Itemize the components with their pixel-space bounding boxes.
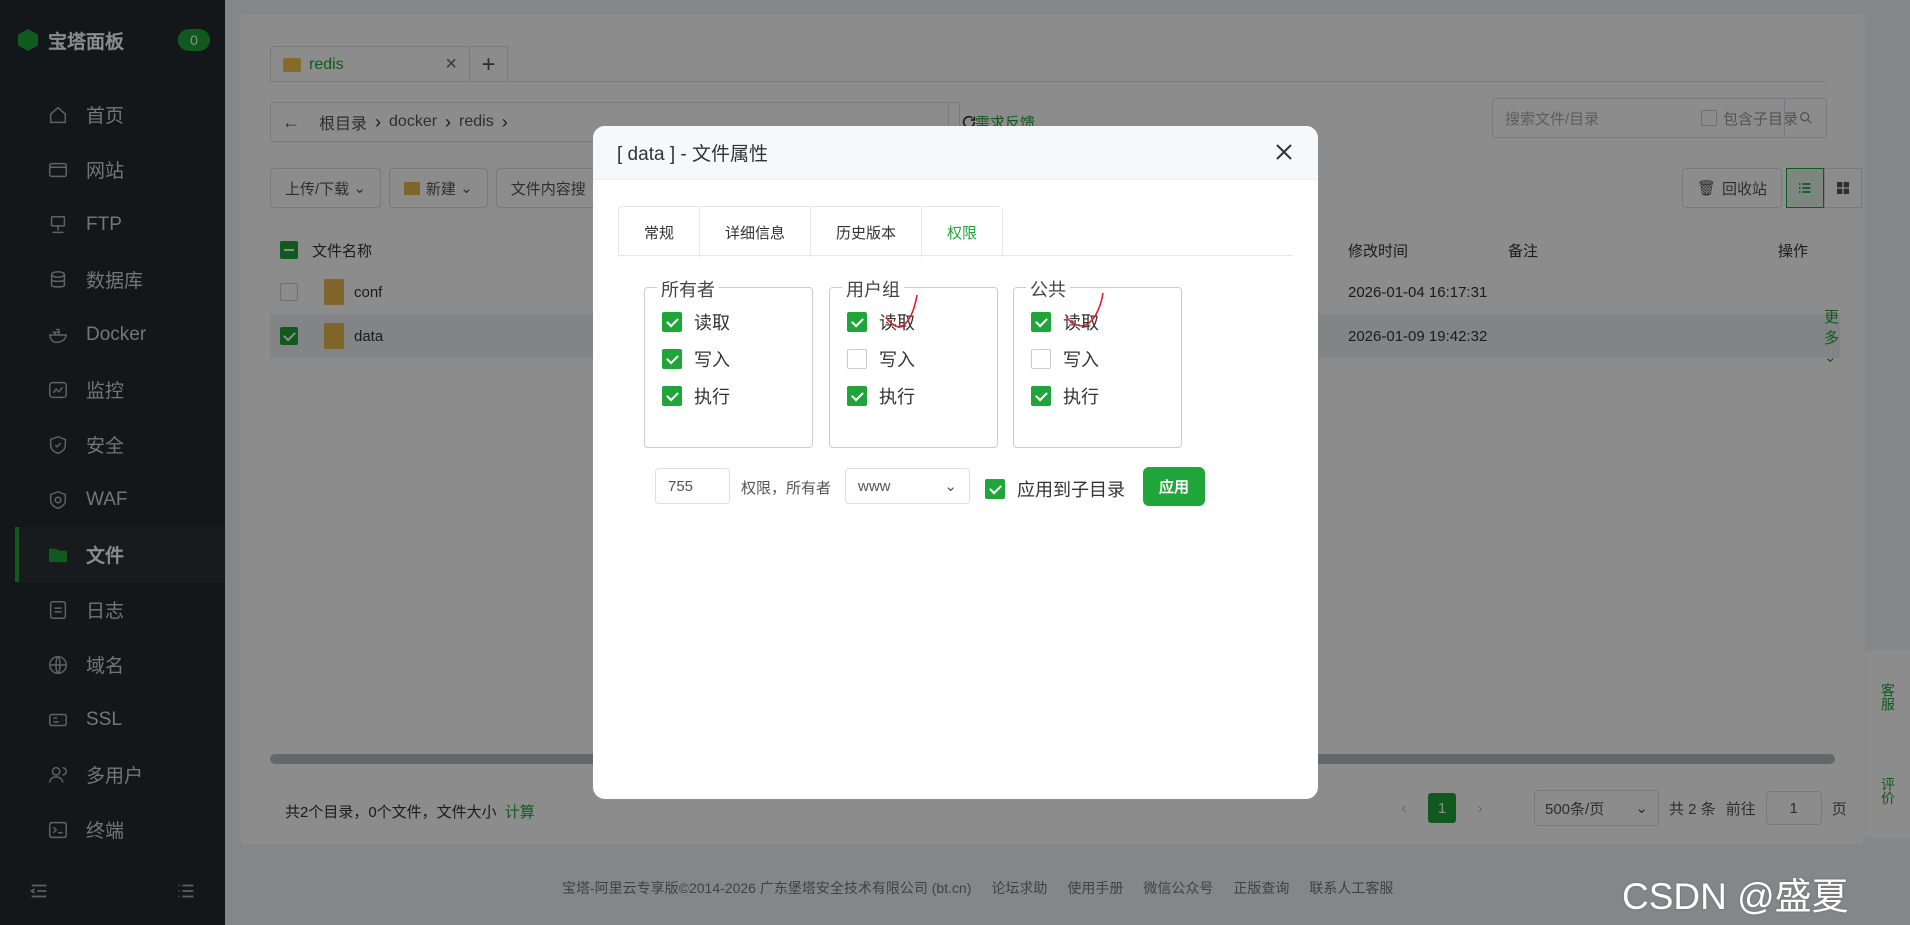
checkbox[interactable] [985, 479, 1005, 499]
dialog-tabs: 常规 详细信息 历史版本 权限 [618, 206, 1004, 257]
perm-label: 执行 [694, 387, 730, 407]
file-properties-dialog: [ data ] - 文件属性 常规 详细信息 历史版本 权限 所有者读取写入执… [593, 126, 1318, 799]
checkbox[interactable] [662, 386, 682, 406]
perm-label: 写入 [694, 350, 730, 370]
owner-select[interactable]: www ⌄ [845, 468, 970, 504]
perm-label: 读取 [694, 313, 730, 333]
perm-exec-checkbox[interactable]: 执行 [662, 383, 730, 409]
divider [618, 255, 1293, 256]
tab-history[interactable]: 历史版本 [811, 207, 923, 257]
chevron-down-icon: ⌄ [944, 478, 957, 495]
annotation-check-mark [885, 294, 918, 328]
perm-read-checkbox[interactable]: 读取 [662, 309, 730, 335]
tab-permissions[interactable]: 权限 [922, 207, 1003, 257]
checkbox[interactable] [847, 312, 867, 332]
group-title: 所有者 [657, 276, 719, 302]
checkbox[interactable] [847, 386, 867, 406]
watermark: CSDN @盛夏520 [1622, 876, 1849, 925]
dialog-title: [ data ] - 文件属性 [593, 126, 1318, 180]
checkbox[interactable] [1031, 349, 1051, 369]
perm-write-checkbox[interactable]: 写入 [1031, 346, 1099, 372]
checkbox[interactable] [662, 312, 682, 332]
checkbox[interactable] [1031, 312, 1051, 332]
checkbox[interactable] [847, 349, 867, 369]
perm-exec-checkbox[interactable]: 执行 [847, 383, 915, 409]
perm-label: 执行 [1063, 387, 1099, 407]
apply-button[interactable]: 应用 [1143, 467, 1205, 506]
tab-details[interactable]: 详细信息 [700, 207, 812, 257]
close-icon[interactable] [1272, 140, 1296, 164]
perm-label: 写入 [879, 350, 915, 370]
permission-group-owner: 所有者读取写入执行 [644, 276, 813, 448]
perm-write-checkbox[interactable]: 写入 [847, 346, 915, 372]
perm-label: 执行 [879, 387, 915, 407]
apply-subdir-checkbox[interactable]: 应用到子目录 [985, 476, 1125, 502]
checkbox[interactable] [662, 349, 682, 369]
tab-general[interactable]: 常规 [619, 207, 701, 257]
checkbox[interactable] [1031, 386, 1051, 406]
annotation-check-mark [1065, 292, 1104, 327]
perm-exec-checkbox[interactable]: 执行 [1031, 383, 1099, 409]
owner-label: 权限，所有者 [741, 480, 832, 497]
perm-write-checkbox[interactable]: 写入 [662, 346, 730, 372]
perm-label: 写入 [1063, 350, 1099, 370]
permission-octal-input[interactable]: 755 [655, 468, 730, 504]
